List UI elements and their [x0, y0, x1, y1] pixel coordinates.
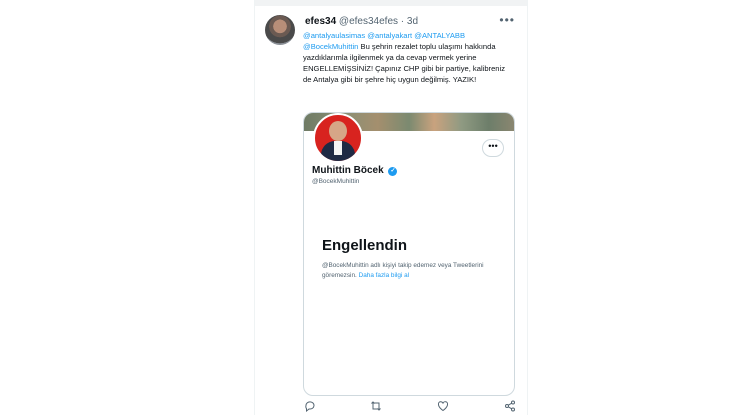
mention-link[interactable]: @antalyaulasimas — [303, 31, 365, 40]
display-name[interactable]: efes34 — [305, 16, 336, 27]
mention-link[interactable]: @antalyakart — [367, 31, 412, 40]
separator: · — [400, 16, 405, 27]
retweet-icon[interactable] — [369, 400, 383, 414]
user-handle[interactable]: @efes34efes — [339, 16, 398, 27]
share-icon[interactable] — [503, 400, 517, 414]
profile-avatar-shirt — [334, 141, 342, 155]
tweet-actions — [303, 400, 517, 414]
tweet-header: efes34 @efes34efes · 3d — [305, 16, 418, 27]
more-icon[interactable]: ••• — [499, 13, 515, 27]
mention-link[interactable]: @ANTALYABB — [414, 31, 465, 40]
profile-avatar — [313, 113, 363, 163]
profile-more-button[interactable]: ••• — [482, 139, 504, 157]
tweet-text: @antalyaulasimas @antalyakart @ANTALYABB… — [303, 30, 509, 85]
profile-avatar-head — [329, 121, 347, 141]
profile-name-text: Muhittin Böcek — [312, 165, 384, 176]
profile-name: Muhittin Böcek ✓ — [312, 165, 398, 176]
profile-handle: @BocekMuhittin — [312, 178, 360, 185]
learn-more-link[interactable]: Daha fazla bilgi al — [359, 272, 409, 279]
blocked-profile-card: ••• Muhittin Böcek ✓ @BocekMuhittin Enge… — [303, 112, 515, 396]
like-icon[interactable] — [436, 400, 450, 414]
avatar[interactable] — [265, 15, 295, 45]
tweet[interactable]: efes34 @efes34efes · 3d ••• @antalyaulas… — [254, 0, 528, 415]
verified-badge-icon: ✓ — [388, 167, 398, 176]
blocked-title: Engellendin — [322, 237, 408, 254]
reply-icon[interactable] — [303, 400, 317, 414]
blocked-description: @BocekMuhittin adlı kişiyi takip edemez … — [322, 261, 492, 281]
mention-link[interactable]: @BocekMuhittin — [303, 42, 358, 51]
tweet-time[interactable]: 3d — [407, 16, 418, 27]
divider — [255, 0, 527, 6]
